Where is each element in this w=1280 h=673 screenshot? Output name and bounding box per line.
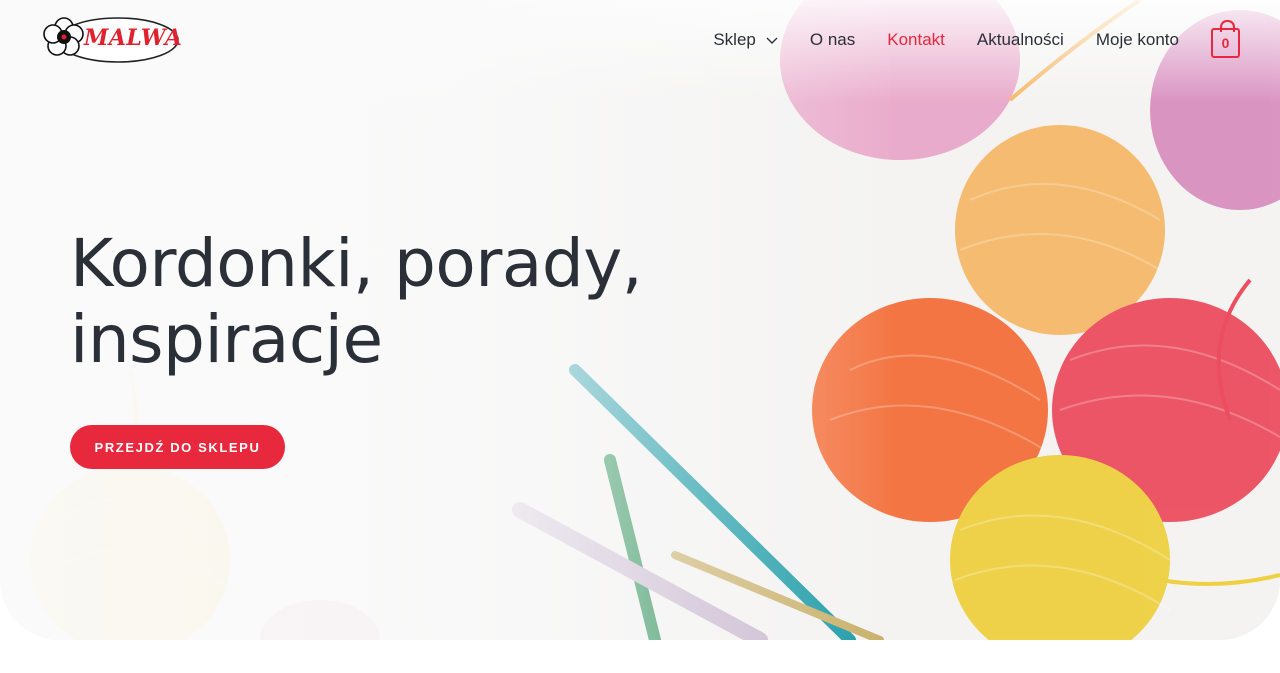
- go-to-shop-button[interactable]: PRZEJDŹ DO SKLEPU: [70, 425, 285, 469]
- nav-item-aktualnosci[interactable]: Aktualności: [977, 30, 1064, 50]
- nav-item-o-nas[interactable]: O nas: [810, 30, 855, 50]
- nav-item-label: Sklep: [713, 30, 756, 49]
- nav-item-moje-konto[interactable]: Moje konto: [1096, 30, 1179, 50]
- shopping-bag-icon[interactable]: 0: [1211, 20, 1240, 58]
- logo-text: MALWA: [84, 25, 183, 51]
- headline-line-2: inspiracje: [70, 301, 383, 378]
- main-navigation: Sklep O nas Kontakt Aktualności Moje kon…: [681, 20, 1240, 58]
- cart-count: 0: [1221, 35, 1230, 51]
- hero-headline: Kordonki, porady, inspiracje: [70, 226, 710, 378]
- hero-content: Kordonki, porady, inspiracje PRZEJDŹ DO …: [70, 226, 710, 469]
- nav-item-sklep[interactable]: Sklep: [713, 30, 778, 50]
- chevron-down-icon[interactable]: [766, 30, 778, 50]
- site-logo[interactable]: MALWA: [40, 15, 183, 65]
- hero-section: Kordonki, porady, inspiracje PRZEJDŹ DO …: [0, 0, 1280, 640]
- headline-line-1: Kordonki, porady,: [70, 225, 643, 302]
- site-header: MALWA Sklep O nas Kontakt Aktualności Mo…: [0, 0, 1280, 80]
- nav-item-kontakt[interactable]: Kontakt: [887, 30, 945, 50]
